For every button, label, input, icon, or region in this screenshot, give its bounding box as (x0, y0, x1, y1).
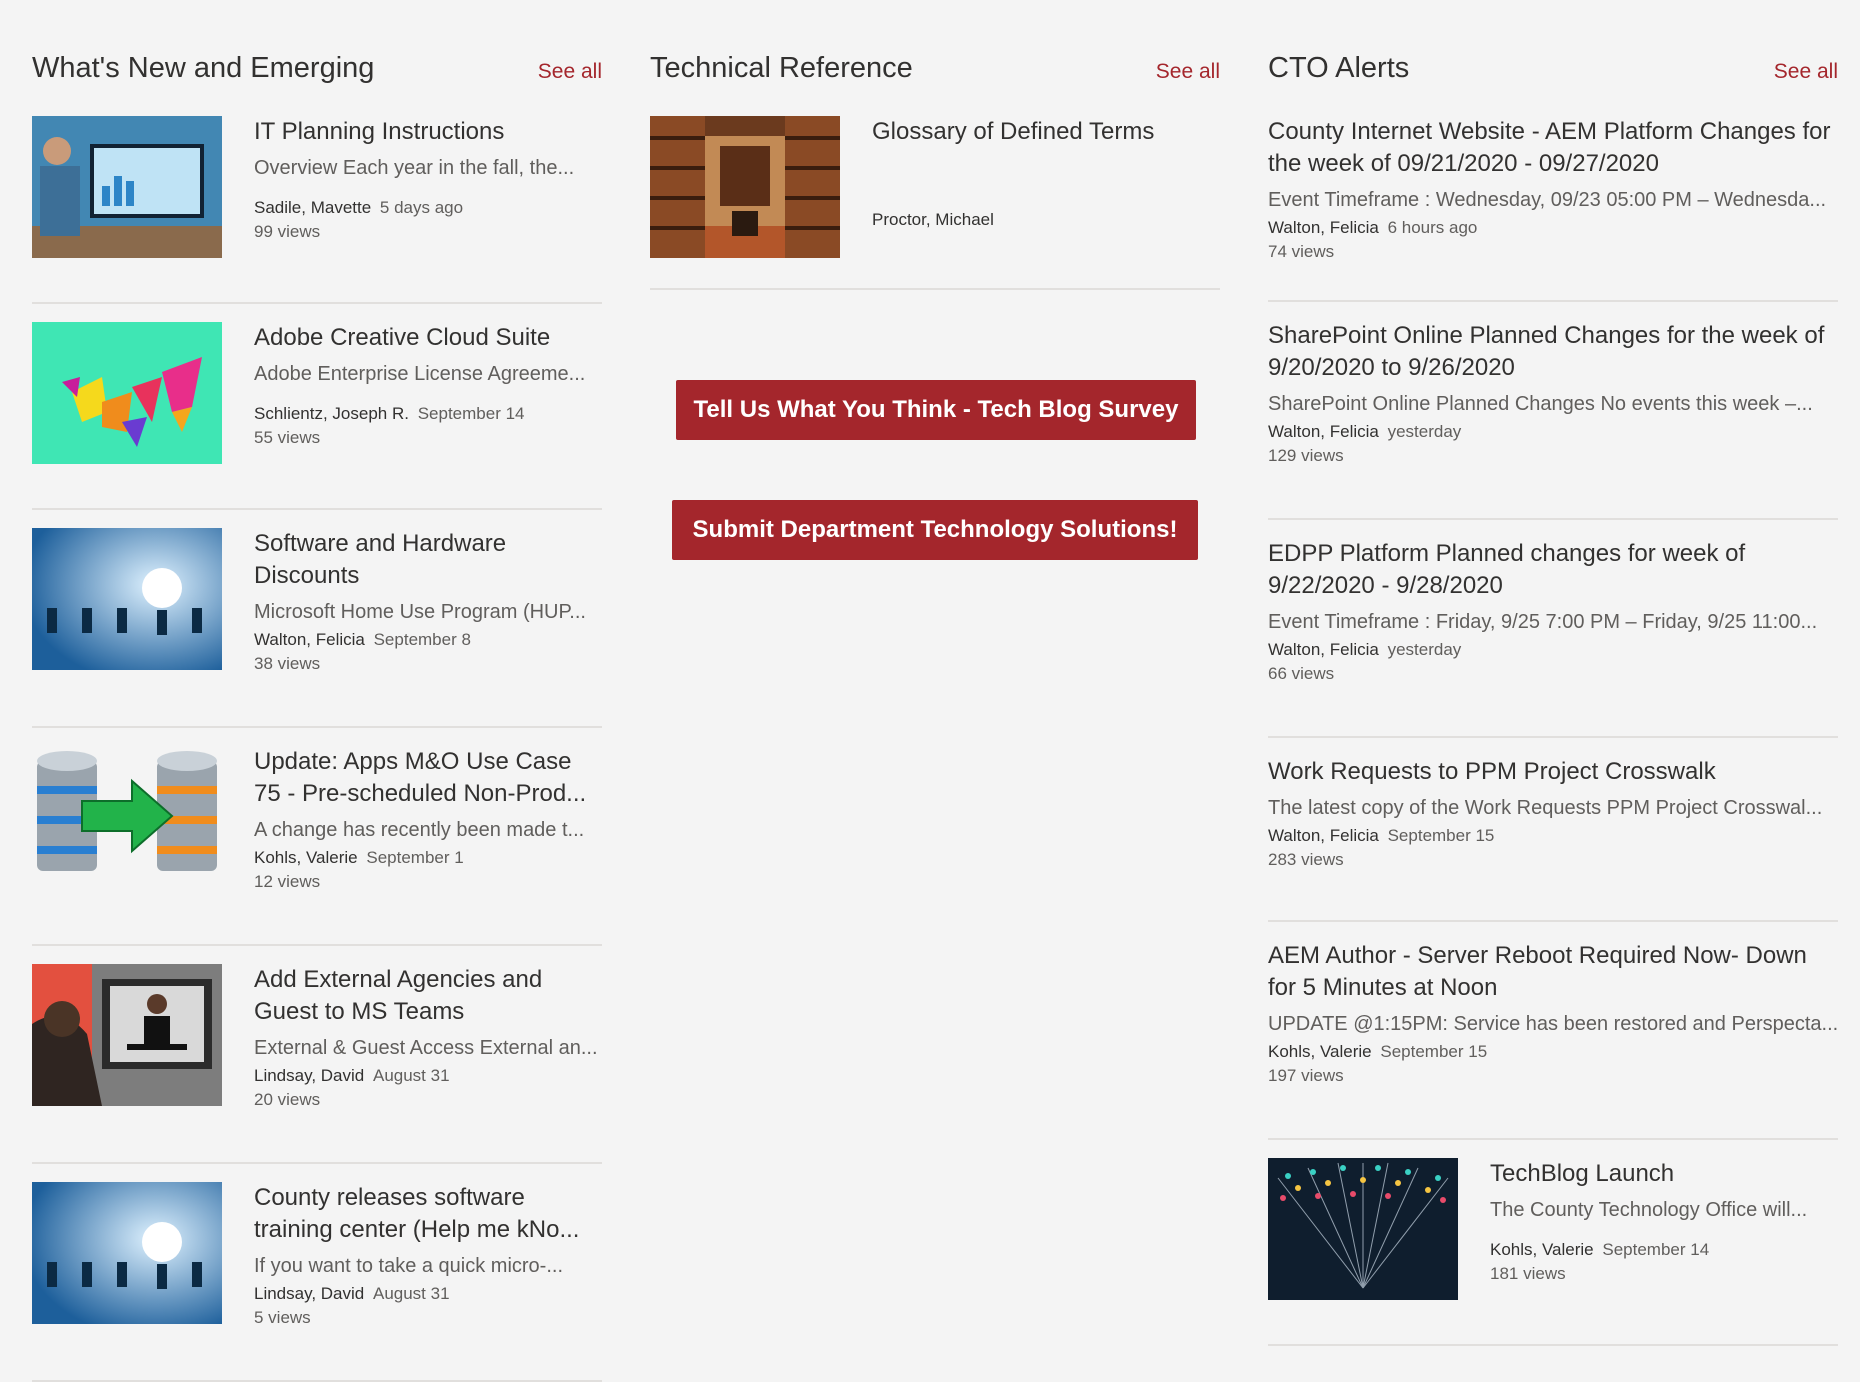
see-all-link[interactable]: See all (538, 60, 602, 84)
item-views: 66 views (1268, 664, 1335, 683)
section-title: What's New and Emerging (32, 52, 375, 84)
item-description: The County Technology Office will... (1490, 1199, 1808, 1221)
item-title[interactable]: Add External Agencies and Guest to MS Te… (254, 964, 602, 1028)
section-title: Technical Reference (650, 52, 913, 84)
item-date: 6 hours ago (1387, 218, 1478, 237)
item-date: September 8 (373, 630, 471, 649)
item-views: 5 views (254, 1308, 311, 1327)
item-views: 129 views (1268, 446, 1344, 465)
item-date: 5 days ago (379, 198, 464, 217)
section-header: CTO Alerts See all (1268, 48, 1838, 98)
item-views: 38 views (254, 654, 321, 673)
item-description: Overview Each year in the fall, the... (254, 157, 575, 179)
cto-alerts-column: CTO Alerts See all County Internet Websi… (1268, 48, 1838, 1346)
section-title: CTO Alerts (1268, 52, 1410, 84)
alert-item[interactable]: Work Requests to PPM Project Crosswalk T… (1268, 738, 1838, 922)
item-description: SharePoint Online Planned Changes No eve… (1268, 393, 1813, 415)
light-bulbs-image[interactable] (32, 528, 222, 670)
whats-new-column: What's New and Emerging See all IT Plann… (32, 48, 602, 1382)
item-date: September 15 (1380, 1042, 1488, 1061)
item-date: September 14 (417, 404, 525, 423)
item-views: 12 views (254, 872, 321, 891)
item-description: A change has recently been made t... (254, 819, 585, 841)
item-title[interactable]: Software and Hardware Discounts (254, 528, 602, 592)
alert-item[interactable]: TechBlog Launch The County Technology Of… (1268, 1140, 1838, 1346)
item-author: Kohls, Valerie (254, 848, 358, 867)
item-description: Event Timeframe : Friday, 9/25 7:00 PM –… (1268, 611, 1818, 633)
item-date: September 15 (1387, 826, 1495, 845)
light-bulbs-image[interactable] (32, 1182, 222, 1324)
item-views: 181 views (1490, 1264, 1566, 1283)
item-title[interactable]: IT Planning Instructions (254, 116, 602, 148)
news-item[interactable]: Add External Agencies and Guest to MS Te… (32, 946, 602, 1164)
alert-item[interactable]: County Internet Website - AEM Platform C… (1268, 98, 1838, 302)
item-author: Lindsay, David (254, 1284, 365, 1303)
database-transfer-image[interactable] (32, 746, 222, 888)
item-date: yesterday (1387, 422, 1462, 441)
item-views: 283 views (1268, 850, 1344, 869)
item-author: Walton, Felicia (1268, 218, 1379, 237)
see-all-link[interactable]: See all (1156, 60, 1220, 84)
item-author: Kohls, Valerie (1490, 1240, 1594, 1259)
item-views: 197 views (1268, 1066, 1344, 1085)
item-author: Proctor, Michael (872, 210, 994, 229)
item-title[interactable]: County releases software training center… (254, 1182, 602, 1246)
tech-blog-survey-button[interactable]: Tell Us What You Think - Tech Blog Surve… (676, 380, 1196, 440)
news-item[interactable]: Update: Apps M&O Use Case 75 - Pre-sched… (32, 728, 602, 946)
item-title[interactable]: Update: Apps M&O Use Case 75 - Pre-sched… (254, 746, 602, 810)
item-title[interactable]: EDPP Platform Planned changes for week o… (1268, 538, 1838, 602)
item-views: 55 views (254, 428, 321, 447)
item-date: September 1 (366, 848, 464, 867)
item-description: Adobe Enterprise License Agreeme... (254, 363, 586, 385)
item-views: 74 views (1268, 242, 1335, 261)
person-at-computer-image[interactable] (32, 116, 222, 258)
item-title[interactable]: SharePoint Online Planned Changes for th… (1268, 320, 1838, 384)
section-header: What's New and Emerging See all (32, 48, 602, 98)
item-author: Lindsay, David (254, 1066, 365, 1085)
library-room-image[interactable] (650, 116, 840, 258)
news-item[interactable]: Software and Hardware Discounts Microsof… (32, 510, 602, 728)
item-title[interactable]: County Internet Website - AEM Platform C… (1268, 116, 1838, 180)
section-header: Technical Reference See all (650, 48, 1220, 98)
item-views: 99 views (254, 222, 321, 241)
alert-item[interactable]: EDPP Platform Planned changes for week o… (1268, 520, 1838, 738)
news-item[interactable]: Adobe Creative Cloud Suite Adobe Enterpr… (32, 304, 602, 510)
item-description: The latest copy of the Work Requests PPM… (1268, 797, 1823, 819)
video-conference-image[interactable] (32, 964, 222, 1106)
item-date: yesterday (1387, 640, 1462, 659)
item-author: Schlientz, Joseph R. (254, 404, 409, 423)
item-description: Microsoft Home Use Program (HUP... (254, 601, 586, 623)
item-author: Walton, Felicia (254, 630, 365, 649)
item-title[interactable]: Glossary of Defined Terms (872, 116, 1220, 148)
technical-reference-column: Technical Reference See all Glossary of … (650, 48, 1220, 648)
item-author: Walton, Felicia (1268, 422, 1379, 441)
item-title[interactable]: TechBlog Launch (1490, 1158, 1838, 1190)
item-title[interactable]: Work Requests to PPM Project Crosswalk (1268, 756, 1838, 788)
item-description: Event Timeframe : Wednesday, 09/23 05:00… (1268, 189, 1827, 211)
item-author: Walton, Felicia (1268, 640, 1379, 659)
item-views: 20 views (254, 1090, 321, 1109)
item-title[interactable]: AEM Author - Server Reboot Required Now-… (1268, 940, 1838, 1004)
item-date: August 31 (372, 1066, 450, 1085)
alert-item[interactable]: SharePoint Online Planned Changes for th… (1268, 302, 1838, 520)
alert-item[interactable]: AEM Author - Server Reboot Required Now-… (1268, 922, 1838, 1140)
item-description: If you want to take a quick micro-... (254, 1255, 564, 1277)
item-author: Kohls, Valerie (1268, 1042, 1372, 1061)
news-item[interactable]: IT Planning Instructions Overview Each y… (32, 98, 602, 304)
fiber-optic-image[interactable] (1268, 1158, 1458, 1300)
see-all-link[interactable]: See all (1774, 60, 1838, 84)
item-description: External & Guest Access External an... (254, 1037, 598, 1059)
colorful-shapes-image[interactable] (32, 322, 222, 464)
item-date: August 31 (372, 1284, 450, 1303)
submit-solutions-button[interactable]: Submit Department Technology Solutions! (672, 500, 1198, 560)
item-author: Sadile, Mavette (254, 198, 372, 217)
news-item[interactable]: County releases software training center… (32, 1164, 602, 1382)
item-description: UPDATE @1:15PM: Service has been restore… (1268, 1013, 1838, 1035)
item-date: September 14 (1602, 1240, 1710, 1259)
item-author: Walton, Felicia (1268, 826, 1379, 845)
item-title[interactable]: Adobe Creative Cloud Suite (254, 322, 602, 354)
news-item[interactable]: Glossary of Defined Terms Proctor, Micha… (650, 98, 1220, 290)
